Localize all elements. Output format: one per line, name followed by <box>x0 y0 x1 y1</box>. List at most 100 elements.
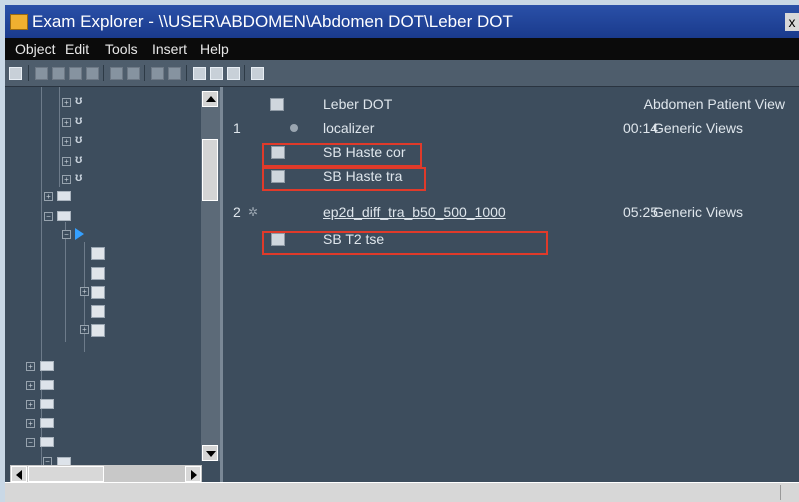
toolbar-separator <box>186 65 187 81</box>
expand-icon[interactable]: + <box>62 137 71 146</box>
scroll-up-button[interactable] <box>202 91 218 107</box>
program-node-icon[interactable]: ʊ <box>75 152 82 166</box>
expand-icon[interactable]: + <box>26 419 35 428</box>
folder-icon[interactable] <box>40 399 54 409</box>
resize-grip-icon[interactable] <box>780 485 797 500</box>
highlight-box <box>262 143 422 167</box>
toolbar-view-icon[interactable] <box>9 67 22 80</box>
status-bar <box>5 482 799 502</box>
toolbar-edit-icon[interactable] <box>151 67 164 80</box>
toolbar-separator <box>144 65 145 81</box>
series-icon[interactable] <box>91 247 105 260</box>
collapse-icon[interactable]: − <box>26 438 35 447</box>
folder-icon[interactable] <box>40 380 54 390</box>
protocol-name: ep2d_diff_tra_b50_500_1000 <box>323 204 506 220</box>
protocol-name: localizer <box>323 120 375 136</box>
tree-line <box>41 87 42 474</box>
toolbar-print-icon[interactable] <box>251 67 264 80</box>
protocol-view: Generic Views <box>653 204 744 220</box>
toolbar-separator <box>103 65 104 81</box>
toolbar-save-icon[interactable] <box>227 67 240 80</box>
menu-bar: Object Edit Tools Insert Help <box>5 38 799 60</box>
menu-tools[interactable]: Tools <box>105 38 138 60</box>
program-node-icon[interactable]: ʊ <box>75 113 82 127</box>
window-title: Exam Explorer - \\USER\ABDOMEN\Abdomen D… <box>32 12 513 31</box>
expand-icon[interactable]: + <box>26 400 35 409</box>
highlight-box <box>262 167 426 191</box>
folder-icon[interactable] <box>40 418 54 428</box>
menu-edit[interactable]: Edit <box>65 38 89 60</box>
expand-icon[interactable]: + <box>44 192 53 201</box>
collapse-icon[interactable]: − <box>44 212 53 221</box>
arrow-right-icon[interactable] <box>75 228 84 240</box>
program-node-icon[interactable]: ʊ <box>75 170 82 184</box>
toolbar-properties-icon[interactable] <box>168 67 181 80</box>
toolbar-separator <box>28 65 29 81</box>
tree-horizontal-scrollbar[interactable] <box>10 465 202 483</box>
toolbar-move-up-icon[interactable] <box>110 67 123 80</box>
expand-icon[interactable]: + <box>62 118 71 127</box>
tree-line <box>84 242 85 352</box>
toolbar <box>5 60 799 87</box>
toolbar-layout-icon[interactable] <box>210 67 223 80</box>
expand-icon[interactable]: + <box>62 175 71 184</box>
toolbar-search-icon[interactable] <box>193 67 206 80</box>
tree-vertical-scrollbar[interactable] <box>201 91 220 461</box>
list-item[interactable]: 2 ✲ ep2d_diff_tra_b50_500_1000 05:25 Gen… <box>223 200 799 224</box>
arrow-right-icon <box>191 470 197 480</box>
app-folder-icon <box>10 14 28 30</box>
expand-icon[interactable]: + <box>26 381 35 390</box>
close-button[interactable]: x <box>785 13 799 31</box>
toolbar-move-down-icon[interactable] <box>127 67 140 80</box>
exam-content-list: Leber DOT Abdomen Patient View 1 localiz… <box>223 87 799 482</box>
series-icon[interactable] <box>91 324 105 337</box>
arrow-up-icon <box>206 96 216 102</box>
menu-help[interactable]: Help <box>200 38 229 60</box>
title-bar[interactable]: Exam Explorer - \\USER\ABDOMEN\Abdomen D… <box>5 5 799 38</box>
series-icon[interactable] <box>91 267 105 280</box>
list-item[interactable]: 1 localizer 00:14 Generic Views <box>223 116 799 140</box>
toolbar-paste-icon[interactable] <box>69 67 82 80</box>
tree-line <box>59 87 60 187</box>
series-icon[interactable] <box>91 305 105 318</box>
exam-icon <box>270 98 284 111</box>
gear-icon: ✲ <box>248 205 259 219</box>
highlight-box <box>262 231 548 255</box>
exam-tree[interactable]: + ʊ + ʊ + ʊ + ʊ + ʊ + − − + + + + + + − … <box>5 87 219 474</box>
folder-icon[interactable] <box>57 191 71 201</box>
arrow-left-icon <box>16 470 22 480</box>
expand-icon[interactable]: + <box>62 157 71 166</box>
speaker-icon <box>290 124 298 132</box>
exam-name: Leber DOT <box>323 96 393 112</box>
step-number: 2 <box>233 204 241 220</box>
series-icon[interactable] <box>91 286 105 299</box>
toolbar-cut-icon[interactable] <box>35 67 48 80</box>
folder-icon[interactable] <box>40 361 54 371</box>
toolbar-copy-icon[interactable] <box>52 67 65 80</box>
collapse-icon[interactable]: − <box>62 230 71 239</box>
program-node-icon[interactable]: ʊ <box>75 93 82 107</box>
expand-icon[interactable]: + <box>80 287 89 296</box>
protocol-view: Generic Views <box>653 120 744 136</box>
scroll-down-button[interactable] <box>202 445 218 461</box>
expand-icon[interactable]: + <box>80 325 89 334</box>
expand-icon[interactable]: + <box>26 362 35 371</box>
scroll-thumb[interactable] <box>202 139 218 201</box>
tree-line <box>65 222 66 342</box>
exam-view: Abdomen Patient View <box>643 96 785 112</box>
step-number: 1 <box>233 120 241 136</box>
horizontal-scroll-thumb[interactable] <box>28 466 104 482</box>
program-node-icon[interactable]: ʊ <box>75 132 82 146</box>
folder-icon[interactable] <box>40 437 54 447</box>
toolbar-separator <box>244 65 245 81</box>
folder-icon[interactable] <box>57 211 71 221</box>
scroll-right-button[interactable] <box>185 466 201 482</box>
list-header-row[interactable]: Leber DOT Abdomen Patient View <box>223 92 799 116</box>
scroll-left-button[interactable] <box>11 466 27 482</box>
arrow-down-icon <box>206 451 216 457</box>
menu-object[interactable]: Object <box>15 38 55 60</box>
expand-icon[interactable]: + <box>62 98 71 107</box>
exam-explorer-window: Exam Explorer - \\USER\ABDOMEN\Abdomen D… <box>5 5 799 502</box>
menu-insert[interactable]: Insert <box>152 38 187 60</box>
toolbar-delete-icon[interactable] <box>86 67 99 80</box>
